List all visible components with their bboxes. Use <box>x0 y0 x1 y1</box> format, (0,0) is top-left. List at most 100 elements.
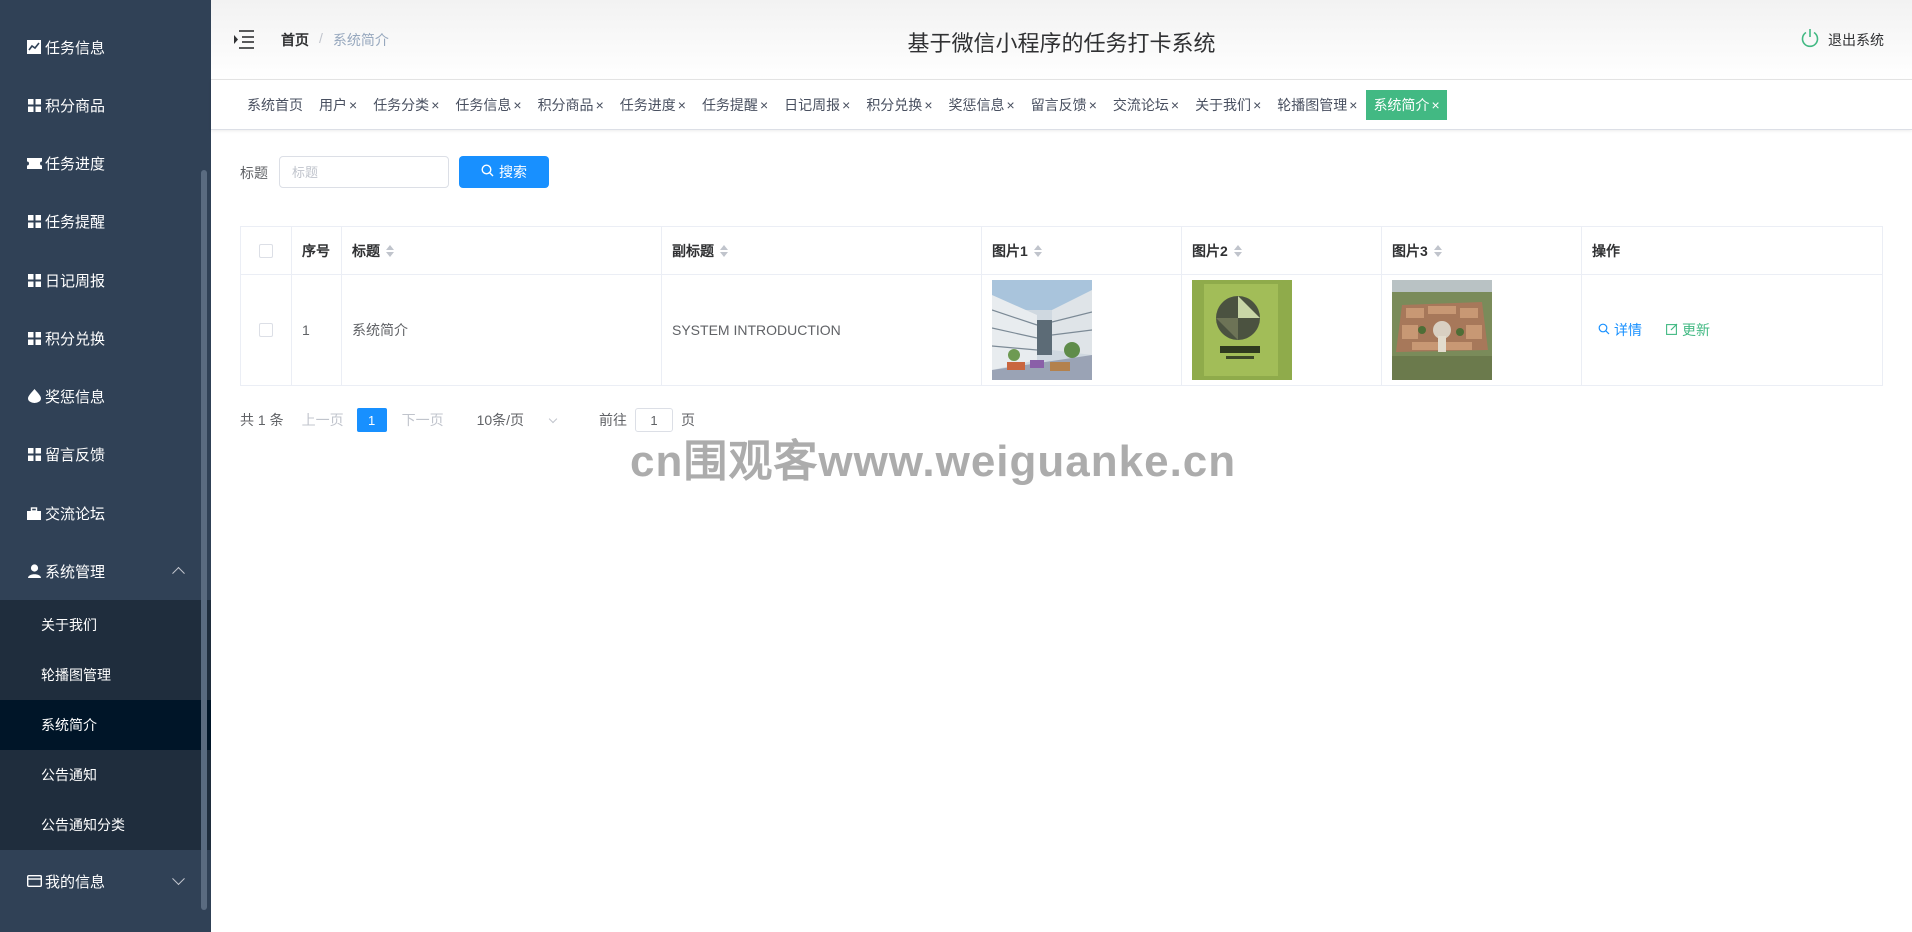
search-button[interactable]: 搜索 <box>459 156 549 188</box>
cell-image3 <box>1382 275 1582 385</box>
sort-icon[interactable] <box>1433 244 1442 257</box>
submenu-item-notice-category[interactable]: 公告通知分类 <box>0 800 211 850</box>
tag-label: 轮播图管理 <box>1277 96 1348 113</box>
select-all-checkbox[interactable] <box>259 243 273 258</box>
sidebar-item-task-info[interactable]: 任务信息 <box>0 18 205 76</box>
col-image3[interactable]: 图片3 <box>1382 227 1582 274</box>
col-label: 图片3 <box>1392 242 1428 259</box>
submenu-item-notice[interactable]: 公告通知 <box>0 750 211 800</box>
update-button[interactable]: 更新 <box>1666 320 1710 340</box>
col-image1[interactable]: 图片1 <box>982 227 1182 274</box>
next-page-button[interactable]: 下一页 <box>402 410 444 430</box>
sidebar-item-system-manage[interactable]: 系统管理 <box>0 542 205 600</box>
tag-task-info[interactable]: 任务信息 × <box>448 90 528 120</box>
col-label: 副标题 <box>672 242 714 259</box>
sidebar-item-label: 交流论坛 <box>45 505 106 523</box>
sidebar-item-label: 日记周报 <box>45 272 106 290</box>
tag-task-category[interactable]: 任务分类 × <box>366 90 446 120</box>
chevron-down-icon <box>548 414 558 423</box>
close-icon[interactable]: × <box>1089 97 1097 113</box>
tag-user[interactable]: 用户 × <box>312 90 364 120</box>
grid-icon <box>26 330 42 346</box>
sort-icon[interactable] <box>1033 244 1042 257</box>
tag-message-feedback[interactable]: 留言反馈 × <box>1024 90 1104 120</box>
sidebar-item-my-info[interactable]: 我的信息 <box>0 852 205 910</box>
chart-icon <box>26 39 42 55</box>
title-search-input[interactable] <box>279 156 449 188</box>
col-subtitle[interactable]: 副标题 <box>662 227 982 274</box>
detail-button[interactable]: 详情 <box>1598 320 1642 340</box>
sidebar-item-points-goods[interactable]: 积分商品 <box>0 76 205 134</box>
submenu-item-about-us[interactable]: 关于我们 <box>0 600 211 650</box>
close-icon[interactable]: × <box>924 97 932 113</box>
submenu-item-label: 公告通知 <box>41 767 97 783</box>
close-icon[interactable]: × <box>1349 97 1357 113</box>
close-icon[interactable]: × <box>1171 97 1179 113</box>
tag-label: 日记周报 <box>784 96 841 113</box>
tag-forum[interactable]: 交流论坛 × <box>1106 90 1186 120</box>
user-icon <box>26 563 42 579</box>
close-icon[interactable]: × <box>349 97 357 113</box>
close-icon[interactable]: × <box>431 97 439 113</box>
prev-page-button[interactable]: 上一页 <box>302 410 344 430</box>
sidebar-item-diary-weekly[interactable]: 日记周报 <box>0 251 205 309</box>
tag-points-goods[interactable]: 积分商品 × <box>531 90 611 120</box>
close-icon[interactable]: × <box>678 97 686 113</box>
sidebar-item-task-progress[interactable]: 任务进度 <box>0 134 205 192</box>
sidebar-item-label: 积分商品 <box>45 97 106 115</box>
tag-reward-punish[interactable]: 奖惩信息 × <box>942 90 1022 120</box>
tags-view: 系统首页 用户 × 任务分类 × 任务信息 × 积分商品 × 任务进度 × 任务提醒 × 日… <box>211 80 1912 130</box>
close-icon[interactable]: × <box>1431 97 1439 113</box>
building-courtyard-image[interactable] <box>992 280 1092 380</box>
col-title[interactable]: 标题 <box>342 227 662 274</box>
logout-label: 退出系统 <box>1828 31 1884 48</box>
col-label: 序号 <box>302 242 330 259</box>
pagination-total: 共 1 条 <box>240 412 284 428</box>
card-icon <box>26 873 42 889</box>
sort-icon[interactable] <box>1233 244 1242 257</box>
submenu-item-carousel[interactable]: 轮播图管理 <box>0 650 211 700</box>
tag-diary-weekly[interactable]: 日记周报 × <box>777 90 857 120</box>
close-icon[interactable]: × <box>513 97 521 113</box>
sidebar-item-forum[interactable]: 交流论坛 <box>0 484 205 542</box>
sidebar-item-task-reminder[interactable]: 任务提醒 <box>0 192 205 250</box>
tag-task-reminder[interactable]: 任务提醒 × <box>695 90 775 120</box>
tag-points-exchange[interactable]: 积分兑换 × <box>859 90 939 120</box>
close-icon[interactable]: × <box>842 97 850 113</box>
close-icon[interactable]: × <box>1007 97 1015 113</box>
tag-task-progress[interactable]: 任务进度 × <box>613 90 693 120</box>
cell-title: 系统简介 <box>342 275 662 385</box>
col-label: 图片2 <box>1192 242 1228 259</box>
tag-label: 系统首页 <box>247 96 303 113</box>
close-icon[interactable]: × <box>596 97 604 113</box>
tag-home[interactable]: 系统首页 <box>240 90 310 120</box>
detail-label: 详情 <box>1614 322 1642 338</box>
chevron-down-icon <box>172 872 185 886</box>
close-icon[interactable]: × <box>1253 97 1261 113</box>
logout-button[interactable]: 退出系统 <box>1800 28 1884 51</box>
tag-about-us[interactable]: 关于我们 × <box>1188 90 1268 120</box>
col-image2[interactable]: 图片2 <box>1182 227 1382 274</box>
sidebar-item-message-feedback[interactable]: 留言反馈 <box>0 425 205 483</box>
cell-image1 <box>982 275 1182 385</box>
sidebar-item-points-exchange[interactable]: 积分兑换 <box>0 309 205 367</box>
book-cover-image[interactable] <box>1192 280 1292 380</box>
page-number-current[interactable]: 1 <box>356 408 387 432</box>
goto-label: 前往 <box>599 412 628 428</box>
submenu-item-label: 系统简介 <box>41 717 97 733</box>
watermark: cn围观客www.weiguanke.cn <box>630 437 1237 486</box>
sort-icon[interactable] <box>720 244 728 257</box>
tag-system-intro[interactable]: 系统简介 × <box>1366 89 1447 120</box>
page-size-select[interactable]: 10条/页 <box>477 410 558 430</box>
tag-carousel[interactable]: 轮播图管理 × <box>1270 90 1364 120</box>
submenu-item-system-intro[interactable]: 系统简介 <box>0 700 211 750</box>
sidebar-scrollbar[interactable] <box>201 170 207 910</box>
sidebar-item-label: 我的信息 <box>45 873 106 891</box>
close-icon[interactable]: × <box>760 97 768 113</box>
grid-icon <box>26 213 42 229</box>
sidebar-item-reward-punish[interactable]: 奖惩信息 <box>0 367 205 425</box>
aerial-campus-image[interactable] <box>1392 280 1492 380</box>
sort-icon[interactable] <box>386 244 394 257</box>
tag-label: 积分兑换 <box>866 96 923 113</box>
row-checkbox[interactable] <box>259 323 273 337</box>
